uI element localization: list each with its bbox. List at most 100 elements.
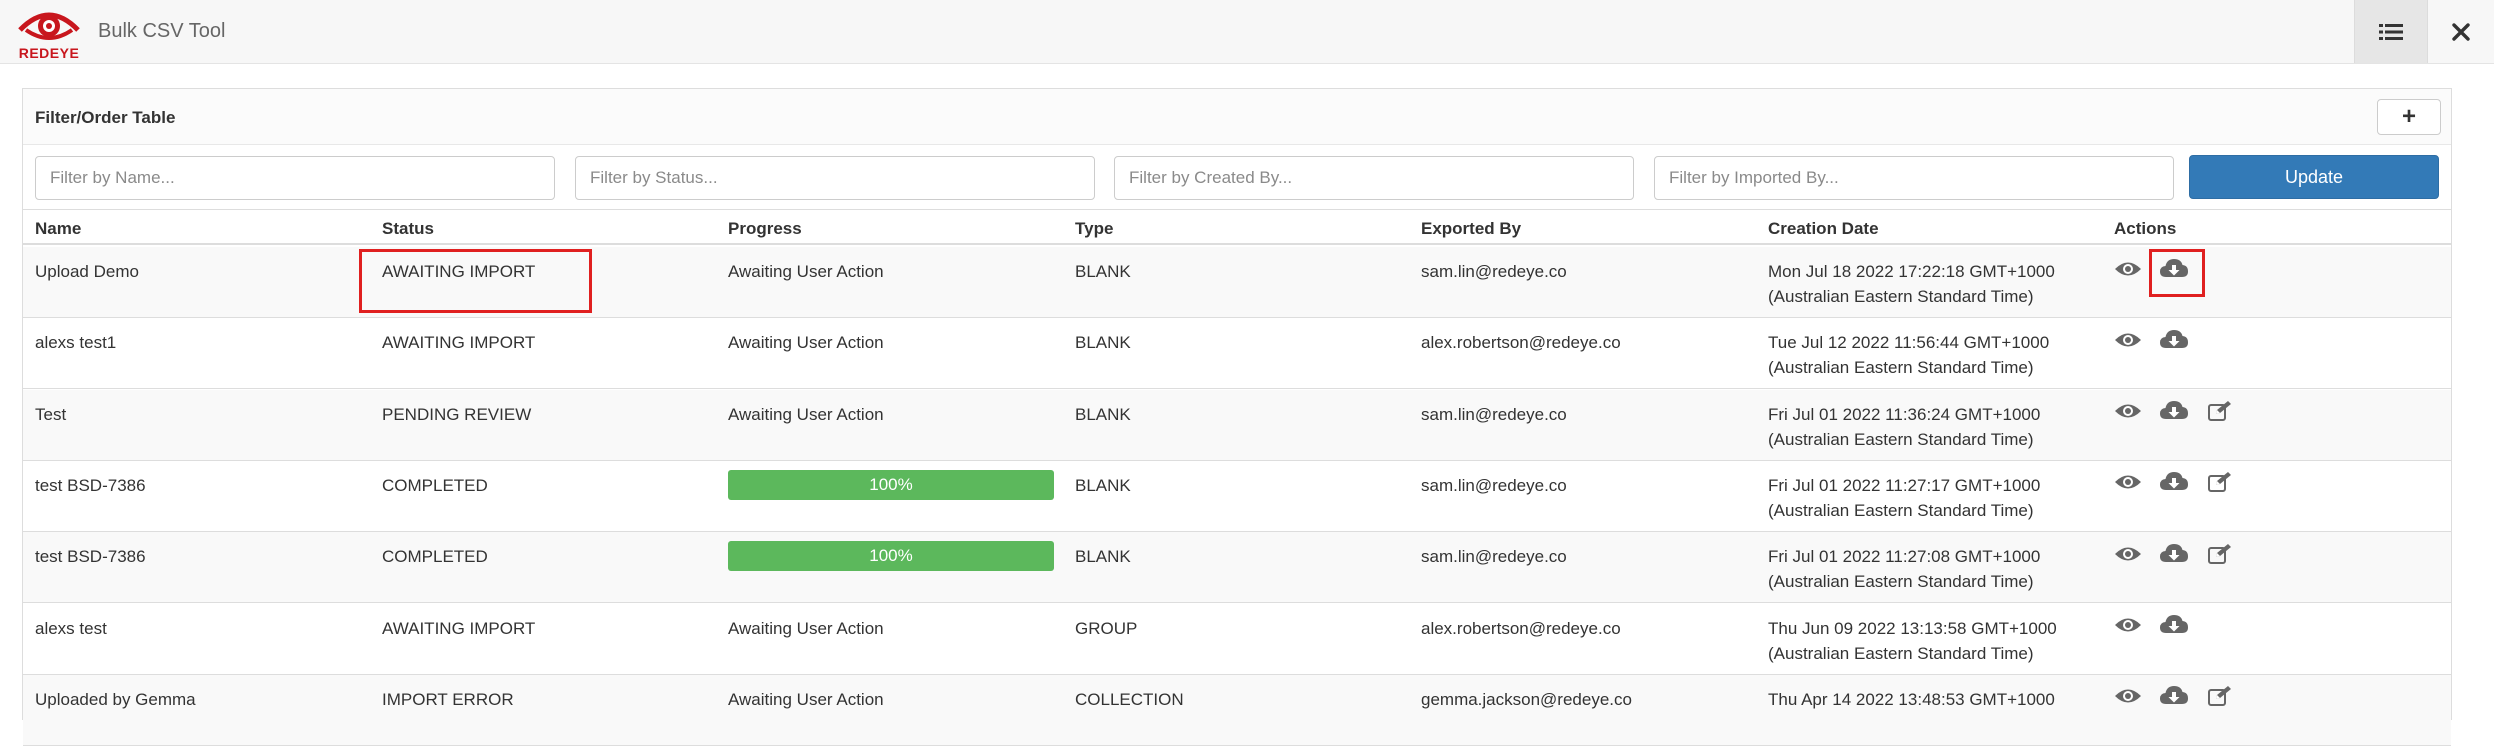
row-actions (2113, 256, 2205, 286)
column-header-actions: Actions (2114, 219, 2177, 238)
row-date-line2: (Australian Eastern Standard Time) (1768, 358, 2034, 378)
eye-button[interactable] (2113, 685, 2143, 713)
filter-imported-by-input[interactable] (1654, 156, 2174, 200)
download-button[interactable] (2159, 685, 2189, 713)
table-row: test BSD-7386 COMPLETED 100% BLANK sam.lin@r… (23, 460, 2451, 532)
eye-logo-icon (18, 12, 80, 40)
download-button[interactable] (2159, 328, 2189, 356)
eye-icon (2114, 616, 2142, 639)
column-header-type[interactable]: Type (1075, 219, 1113, 239)
list-view-button[interactable] (2354, 0, 2428, 63)
row-actions (2113, 327, 2205, 357)
download-icon (2159, 543, 2189, 570)
table-row: Test PENDING REVIEW Awaiting User Action BL… (23, 389, 2451, 461)
download-button[interactable] (2159, 471, 2189, 499)
row-date-line1: Thu Apr 14 2022 13:48:53 GMT+1000 (1768, 689, 2055, 709)
eye-button[interactable] (2113, 471, 2143, 499)
eye-icon (2114, 402, 2142, 425)
row-actions (2113, 399, 2251, 429)
row-creation-date: Mon Jul 18 2022 17:22:18 GMT+1000 (Austra… (1768, 259, 2055, 309)
row-date-line1: Tue Jul 12 2022 11:56:44 GMT+1000 (1768, 333, 2050, 353)
row-name: alexs test1 (35, 333, 117, 353)
add-button[interactable]: + (2377, 99, 2441, 135)
row-date-line2: (Australian Eastern Standard Time) (1768, 500, 2034, 520)
row-creation-date: Thu Apr 14 2022 13:48:53 GMT+1000 (1768, 687, 2055, 712)
app-title: Bulk CSV Tool (98, 20, 226, 42)
column-header-name[interactable]: Name (35, 219, 81, 239)
row-date-line1: Fri Jul 01 2022 11:27:08 GMT+1000 (1768, 547, 2041, 567)
column-header-creation-date[interactable]: Creation Date (1768, 219, 1879, 239)
column-header-status[interactable]: Status (382, 219, 434, 239)
edit-button[interactable] (2205, 471, 2235, 499)
row-exported-by: sam.lin@redeye.co (1421, 262, 1567, 281)
row-creation-date: Fri Jul 01 2022 11:36:24 GMT+1000 (Austra… (1768, 402, 2040, 452)
download-button[interactable] (2159, 400, 2189, 428)
row-progress-label: 100% (869, 474, 913, 494)
row-status: COMPLETED (382, 547, 488, 567)
row-creation-date: Thu Jun 09 2022 13:13:58 GMT+1000 (Austra… (1768, 616, 2057, 666)
eye-button[interactable] (2113, 257, 2143, 285)
row-type: COLLECTION (1075, 689, 1184, 709)
row-exported-by: gemma.jackson@redeye.co (1421, 689, 1632, 709)
edit-button[interactable] (2205, 685, 2235, 713)
row-status: AWAITING IMPORT (382, 618, 536, 638)
row-status: AWAITING IMPORT (382, 333, 536, 353)
edit-icon (2207, 400, 2233, 427)
panel-heading: Filter/Order Table + (23, 89, 2451, 145)
row-exported-by: sam.lin@redeye.co (1421, 547, 1567, 567)
download-button[interactable] (2159, 614, 2189, 642)
edit-icon (2207, 543, 2233, 570)
close-icon (2452, 22, 2470, 41)
filter-status-input[interactable] (575, 156, 1095, 200)
row-exported-by: alex.robertson@redeye.co (1421, 618, 1621, 638)
eye-button[interactable] (2113, 400, 2143, 428)
download-button[interactable] (2159, 257, 2189, 285)
row-date-line1: Thu Jun 09 2022 13:13:58 GMT+1000 (1768, 618, 2057, 638)
row-progress-label: 100% (869, 546, 913, 566)
row-date-line2: (Australian Eastern Standard Time) (1768, 572, 2034, 592)
table-row: Uploaded by Gemma IMPORT ERROR Awaiting Us… (23, 674, 2451, 746)
download-icon (2159, 471, 2189, 498)
column-header-exported-by[interactable]: Exported By (1421, 219, 1521, 239)
row-date-line1: Fri Jul 01 2022 11:36:24 GMT+1000 (1768, 404, 2041, 424)
row-creation-date: Tue Jul 12 2022 11:56:44 GMT+1000 (Austra… (1768, 330, 2049, 380)
eye-button[interactable] (2113, 542, 2143, 570)
row-status: PENDING REVIEW (382, 404, 532, 424)
filter-created-by-input[interactable] (1114, 156, 1634, 200)
row-progress-text: Awaiting User Action (728, 618, 884, 638)
eye-icon (2114, 473, 2142, 496)
row-date-line2: (Australian Eastern Standard Time) (1768, 643, 2034, 663)
row-exported-by: sam.lin@redeye.co (1421, 404, 1567, 424)
close-button[interactable] (2428, 0, 2494, 63)
row-progress-bar: 100% (728, 469, 1054, 500)
row-exported-by: alex.robertson@redeye.co (1421, 333, 1621, 353)
update-button[interactable]: Update (2189, 155, 2439, 199)
row-date-line2: (Australian Eastern Standard Time) (1768, 429, 2034, 449)
edit-button[interactable] (2205, 400, 2235, 428)
row-type: BLANK (1075, 475, 1131, 495)
edit-icon (2207, 471, 2233, 498)
filter-name-input[interactable] (35, 156, 555, 200)
row-name: Uploaded by Gemma (35, 689, 196, 709)
row-status: IMPORT ERROR (382, 689, 514, 709)
row-actions (2113, 684, 2251, 714)
download-icon (2159, 258, 2189, 285)
edit-button[interactable] (2205, 542, 2235, 570)
row-creation-date: Fri Jul 01 2022 11:27:17 GMT+1000 (Austra… (1768, 473, 2040, 523)
row-status: COMPLETED (382, 475, 488, 495)
table-row: alexs test1 AWAITING IMPORT Awaiting User … (23, 318, 2451, 390)
row-actions (2113, 541, 2251, 571)
list-icon (2379, 23, 2403, 40)
row-type: GROUP (1075, 618, 1138, 638)
eye-icon (2114, 545, 2142, 568)
column-header-progress[interactable]: Progress (728, 219, 802, 239)
row-actions (2113, 470, 2251, 500)
download-button[interactable] (2159, 542, 2189, 570)
row-date-line1: Fri Jul 01 2022 11:27:17 GMT+1000 (1768, 475, 2041, 495)
row-type: BLANK (1075, 333, 1131, 353)
row-progress-text: Awaiting User Action (728, 404, 884, 424)
table-row: Upload Demo AWAITING IMPORT Awaiting User … (23, 247, 2451, 318)
eye-button[interactable] (2113, 614, 2143, 642)
eye-button[interactable] (2113, 328, 2143, 356)
download-icon (2159, 685, 2189, 712)
